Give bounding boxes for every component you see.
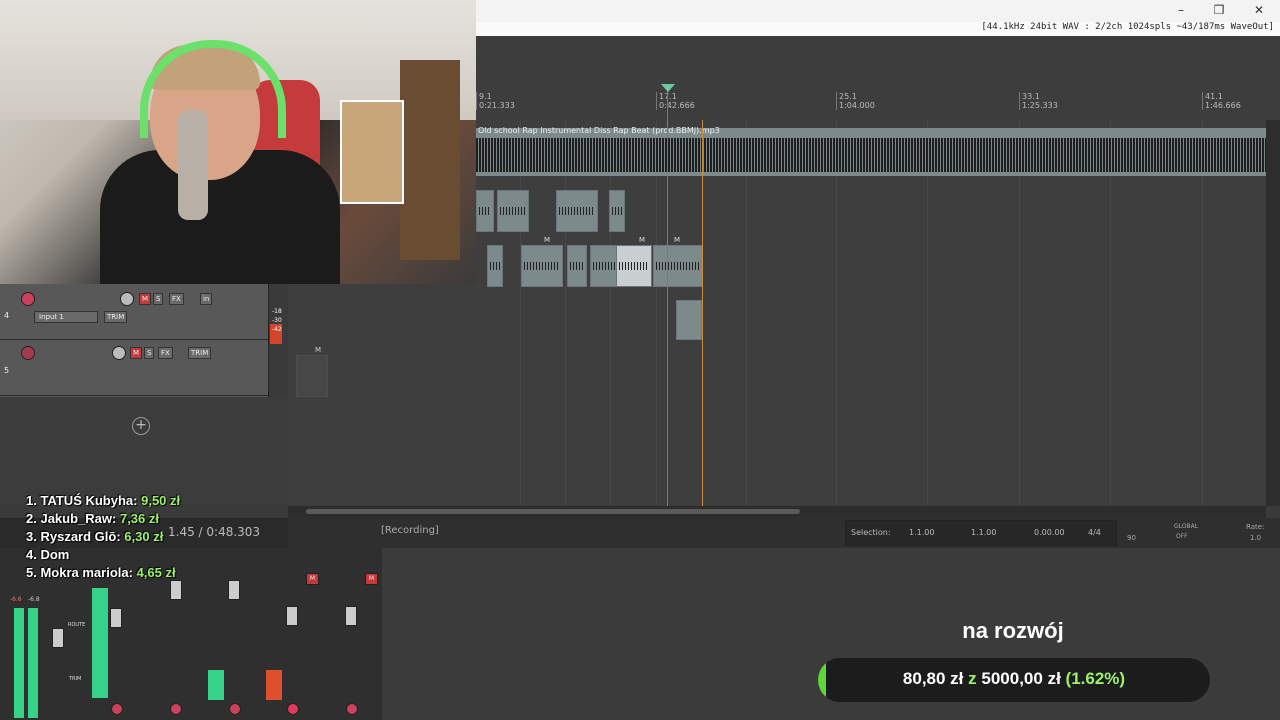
goal-progress-text: 80,80 zł z 5000,00 zł (1.62%): [902, 669, 1126, 688]
global-state[interactable]: OFF: [1176, 533, 1188, 540]
fader[interactable]: [170, 580, 182, 600]
media-item-recording[interactable]: [676, 300, 702, 340]
selection-length[interactable]: 0.00.00: [1034, 528, 1065, 537]
fader[interactable]: [345, 606, 357, 626]
webcam-overlay: [0, 0, 476, 284]
trim-label[interactable]: TRIM: [69, 676, 81, 682]
solo-button[interactable]: S: [153, 293, 164, 305]
mute-badge: M: [639, 236, 646, 244]
media-item-vocal[interactable]: M: [521, 236, 563, 287]
media-item-vocal[interactable]: [497, 190, 529, 232]
trim-button[interactable]: TRIM: [104, 311, 128, 323]
mute-button[interactable]: M: [365, 573, 378, 585]
media-item-vocal[interactable]: [567, 245, 587, 287]
master-fader[interactable]: [52, 628, 64, 648]
add-track-icon[interactable]: +: [132, 417, 150, 435]
ruler-mark: 17.10:42.666: [656, 92, 695, 110]
trim-button[interactable]: TRIM: [188, 347, 212, 359]
media-item-vocal[interactable]: [590, 245, 618, 287]
fx-button[interactable]: FX: [158, 347, 173, 359]
record-arm-button[interactable]: [111, 703, 123, 715]
rate-value[interactable]: 1.0: [1250, 534, 1261, 542]
donor-entry: 4. Dom: [26, 547, 70, 562]
donor-entry: 2. Jakub_Raw: 7,36 zł: [26, 511, 159, 526]
track-5-header[interactable]: M S FX TRIM 5: [0, 340, 268, 396]
playhead-marker[interactable]: [661, 84, 675, 92]
goal-title: na rozwój: [962, 618, 1064, 643]
mute-button[interactable]: M: [139, 293, 152, 305]
record-arm-button[interactable]: [287, 703, 299, 715]
mute-button[interactable]: M: [306, 573, 319, 585]
ruler-mark: 25.1 1:04.000: [836, 92, 875, 110]
transport-bar: [Recording]: [288, 518, 1280, 548]
time-display: 1.45 / 0:48.303: [168, 525, 261, 539]
bpm-value[interactable]: 90: [1127, 534, 1136, 542]
media-item-beat[interactable]: Old school Rap Instrumental Diss Rap Bea…: [476, 126, 1266, 176]
track-control-panel: M S FX in 4 Input 1 TRIM M S FX TRIM 5: [0, 284, 269, 397]
selection-start[interactable]: 1.1.00: [909, 528, 934, 537]
ruler-mark: 41.1 1:46.666: [1202, 92, 1241, 110]
media-item-vocal[interactable]: [487, 245, 503, 287]
window-titlebar: – ❐ ✕: [476, 0, 1280, 22]
donor-entry: 3. Ryszard Glō: 6,30 zł: [26, 529, 164, 544]
media-item-vocal[interactable]: M: [653, 236, 703, 287]
audio-info-text: [44.1kHz 24bit WAV : 2/2ch 1024spls ~43/…: [981, 22, 1274, 32]
media-item-empty[interactable]: M: [296, 346, 328, 397]
selection-end[interactable]: 1.1.00: [971, 528, 996, 537]
vertical-scrollbar[interactable]: [1266, 120, 1280, 506]
volume-knob[interactable]: [112, 346, 126, 360]
master-peak: -6.8: [28, 596, 40, 603]
goal-progress-bar: 80,80 zł z 5000,00 zł (1.62%): [818, 658, 1210, 702]
ruler-mark: 33.1 1:25.333: [1019, 92, 1058, 110]
media-item-vocal[interactable]: [556, 190, 598, 232]
fader[interactable]: [110, 608, 122, 628]
timeline-ruler[interactable]: [476, 36, 1280, 120]
media-item-vocal[interactable]: [476, 190, 494, 232]
restore-icon[interactable]: ❐: [1211, 3, 1227, 17]
record-arm-button[interactable]: [229, 703, 241, 715]
scroll-thumb[interactable]: [306, 509, 800, 514]
selection-display: Selection: 1.1.00 1.1.00 0.00.00 4/4: [845, 520, 1117, 546]
ruler-mark: 9.1 0:21.333: [476, 92, 515, 110]
audio-device-info: [44.1kHz 24bit WAV : 2/2ch 1024spls ~43/…: [476, 22, 1280, 37]
donor-entry: 1. TATUŚ Kubyha: 9,50 zł: [26, 493, 181, 508]
recording-status: [Recording]: [381, 525, 439, 536]
mute-badge: M: [674, 236, 681, 244]
donor-entry: 5. Mokra mariola: 4,65 zł: [26, 565, 176, 580]
rate-label: Rate:: [1246, 523, 1265, 531]
close-icon[interactable]: ✕: [1251, 3, 1267, 17]
volume-knob[interactable]: [120, 292, 134, 306]
play-cursor: [667, 88, 668, 506]
time-signature[interactable]: 4/4: [1088, 528, 1101, 537]
track-4-header[interactable]: M S FX in 4 Input 1 TRIM: [0, 284, 268, 340]
fader[interactable]: [286, 606, 298, 626]
input-select[interactable]: Input 1: [34, 311, 98, 323]
track-number: 4: [4, 311, 10, 320]
item-label: Old school Rap Instrumental Diss Rap Bea…: [478, 126, 720, 135]
record-arm-button[interactable]: [346, 703, 358, 715]
empty-track-area[interactable]: [0, 397, 288, 505]
media-item-vocal-selected[interactable]: M: [616, 236, 652, 287]
track-meter: -18 -30 -42: [270, 284, 282, 344]
media-item-vocal[interactable]: [609, 190, 625, 232]
mute-badge: M: [315, 346, 322, 354]
fader[interactable]: [228, 580, 240, 600]
route-label[interactable]: ROUTE: [68, 622, 85, 628]
global-label: GLOBAL: [1174, 523, 1199, 530]
arrange-view[interactable]: [476, 120, 1266, 505]
record-arm-button[interactable]: [21, 346, 35, 360]
input-monitor-button[interactable]: in: [200, 293, 213, 305]
horizontal-scrollbar[interactable]: [288, 506, 1266, 518]
edit-cursor: [702, 120, 703, 506]
minimize-icon[interactable]: –: [1173, 3, 1189, 17]
solo-button[interactable]: S: [144, 347, 155, 359]
fx-button[interactable]: FX: [169, 293, 184, 305]
mute-button[interactable]: M: [130, 347, 143, 359]
record-arm-button[interactable]: [170, 703, 182, 715]
mute-badge: M: [544, 236, 551, 244]
track-number: 5: [4, 366, 10, 375]
master-peak: -6.6: [10, 596, 22, 603]
record-arm-button[interactable]: [21, 292, 35, 306]
